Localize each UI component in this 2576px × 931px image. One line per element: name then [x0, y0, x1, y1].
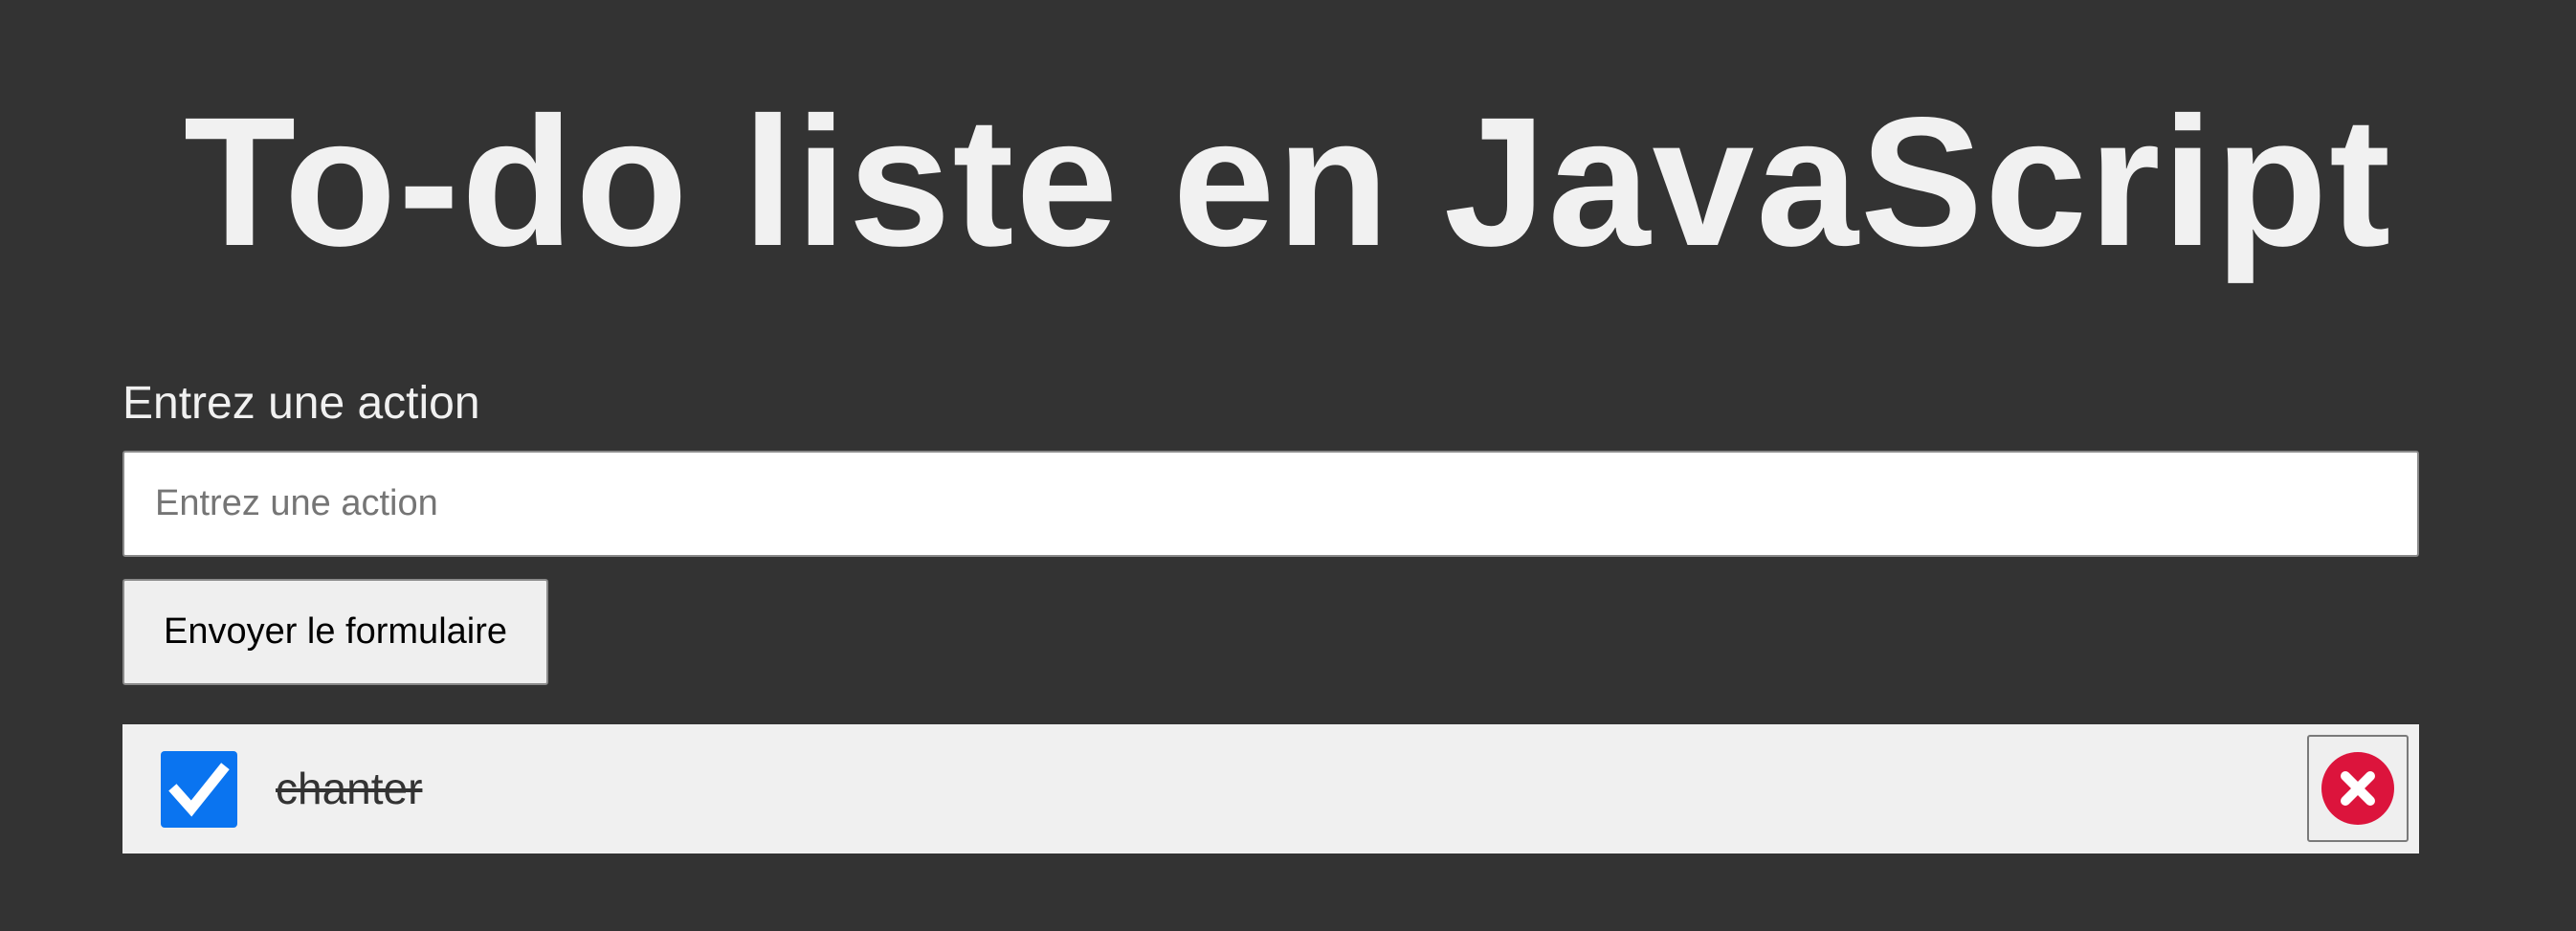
- page-title: To-do liste en JavaScript: [183, 78, 2393, 284]
- delete-todo-button[interactable]: [2307, 735, 2409, 842]
- todo-done-checkbox[interactable]: [161, 751, 237, 828]
- action-input[interactable]: [122, 451, 2419, 557]
- todo-text: chanter: [276, 764, 423, 813]
- submit-button[interactable]: Envoyer le formulaire: [122, 579, 548, 685]
- todo-list: chanter: [122, 724, 2419, 853]
- todo-item: chanter: [122, 724, 2419, 853]
- checkmark-icon: [168, 763, 230, 817]
- action-input-label: Entrez une action: [122, 378, 480, 429]
- close-circle-icon: [2321, 752, 2394, 825]
